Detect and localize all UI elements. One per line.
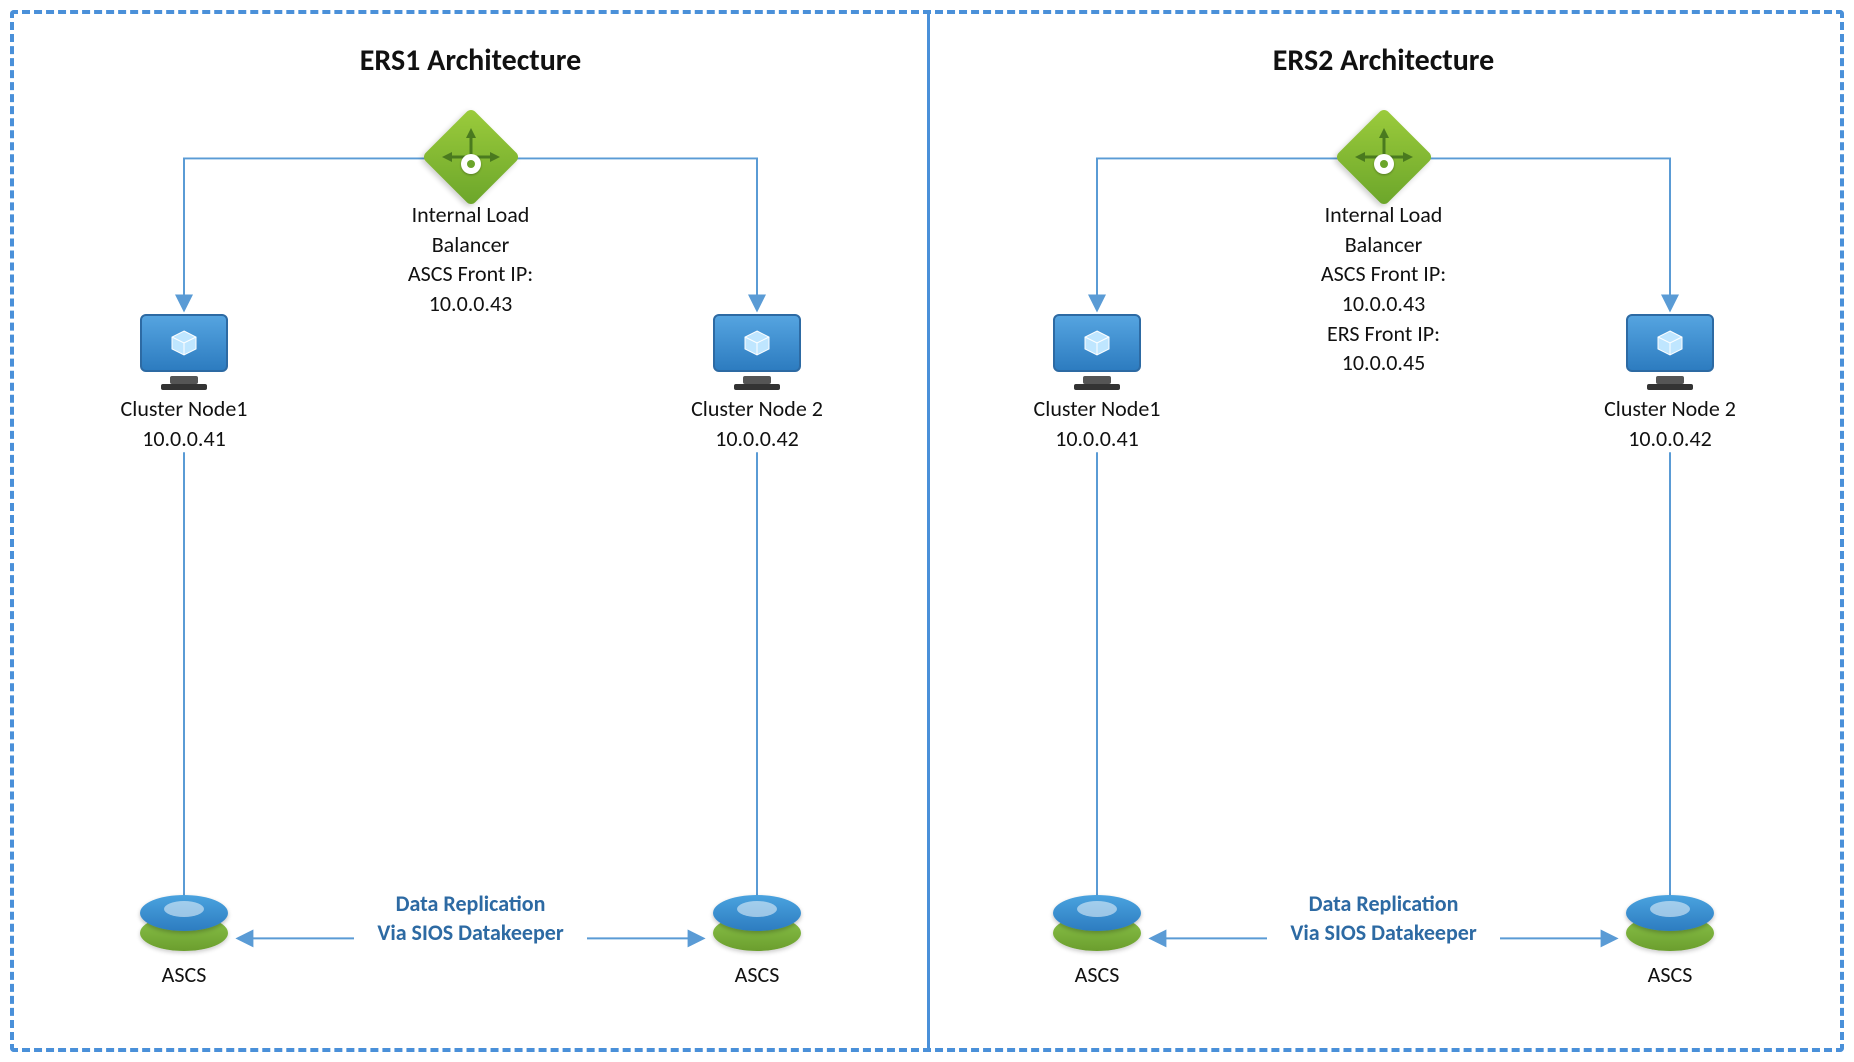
node-label: Cluster Node 2 10.0.0.42 bbox=[1570, 394, 1770, 453]
load-balancer-icon bbox=[436, 122, 506, 192]
load-balancer-icon bbox=[1349, 122, 1419, 192]
ers1-panel: ERS1 Architecture bbox=[14, 14, 927, 1048]
disk-node-2: ASCS bbox=[657, 891, 857, 988]
disk-icon bbox=[1626, 891, 1714, 951]
replication-label: Data Replication Via SIOS Datakeeper bbox=[377, 889, 563, 948]
cluster-node-1: Cluster Node1 10.0.0.41 bbox=[84, 314, 284, 453]
load-balancer-label: Internal Load Balancer ASCS Front IP: 10… bbox=[408, 200, 533, 319]
cluster-node-2: Cluster Node 2 10.0.0.42 bbox=[1570, 314, 1770, 453]
disk-icon bbox=[140, 891, 228, 951]
disk-icon bbox=[1053, 891, 1141, 951]
replication-label: Data Replication Via SIOS Datakeeper bbox=[1290, 889, 1476, 948]
cluster-node-1: Cluster Node1 10.0.0.41 bbox=[997, 314, 1197, 453]
disk-node-2: ASCS bbox=[1570, 891, 1770, 988]
vm-icon bbox=[1053, 314, 1141, 384]
vm-icon bbox=[140, 314, 228, 384]
disk-node-1: ASCS bbox=[84, 891, 284, 988]
diagram-outer: ERS1 Architecture bbox=[10, 10, 1844, 1052]
panel-title: ERS1 Architecture bbox=[14, 42, 927, 79]
node-label: Cluster Node 2 10.0.0.42 bbox=[657, 394, 857, 453]
node-label: Cluster Node1 10.0.0.41 bbox=[997, 394, 1197, 453]
disk-node-1: ASCS bbox=[997, 891, 1197, 988]
panel-title: ERS2 Architecture bbox=[927, 42, 1840, 79]
ers2-panel: ERS2 Architecture bbox=[927, 14, 1840, 1048]
disk-icon bbox=[713, 891, 801, 951]
cluster-node-2: Cluster Node 2 10.0.0.42 bbox=[657, 314, 857, 453]
node-label: Cluster Node1 10.0.0.41 bbox=[84, 394, 284, 453]
vm-icon bbox=[1626, 314, 1714, 384]
vm-icon bbox=[713, 314, 801, 384]
load-balancer-label: Internal Load Balancer ASCS Front IP: 10… bbox=[1321, 200, 1446, 378]
